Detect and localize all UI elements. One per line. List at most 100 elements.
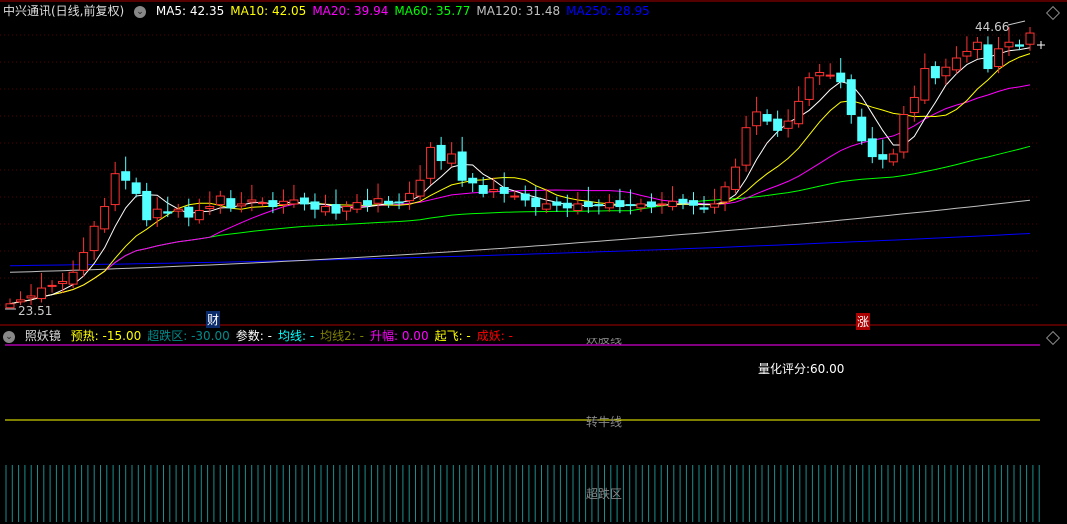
indicator-value: 均线: - — [277, 329, 315, 343]
candle — [520, 193, 530, 201]
candle — [289, 199, 299, 205]
candle — [37, 287, 47, 300]
bull-line-label: 转牛线 — [586, 415, 623, 429]
candle — [909, 96, 919, 114]
candle — [310, 201, 320, 210]
candle — [226, 198, 236, 209]
candle — [562, 202, 572, 209]
price-chart — [0, 0, 1067, 522]
candle — [205, 206, 215, 210]
candle — [499, 186, 509, 194]
candle — [173, 208, 183, 212]
candle — [152, 208, 162, 219]
ma250-line — [9, 233, 1031, 267]
candle — [436, 144, 446, 162]
candle — [194, 209, 204, 221]
candle — [121, 171, 131, 181]
candle — [583, 201, 593, 208]
candle — [16, 299, 26, 303]
candle — [142, 190, 152, 221]
oversold-label: 超跌区 — [586, 487, 623, 501]
candle — [215, 195, 225, 206]
candle — [836, 72, 846, 83]
indicator-value: 升幅: 0.00 — [370, 329, 429, 343]
candle — [710, 203, 720, 208]
candle — [604, 202, 614, 209]
indicator-value: 参数: - — [235, 329, 272, 343]
candle — [857, 116, 867, 142]
candle — [89, 225, 99, 252]
ma20-line — [9, 84, 1031, 305]
score-text: 量化评分:60.00 — [758, 362, 845, 376]
candle — [394, 201, 404, 204]
indicator-value: 均线2: - — [320, 329, 364, 343]
candle — [731, 166, 741, 190]
candle — [110, 173, 120, 206]
candle — [773, 118, 783, 131]
max-arrow-icon — [1007, 20, 1026, 26]
candle — [268, 200, 278, 208]
candle — [457, 151, 467, 181]
candle — [762, 114, 772, 122]
indicator-value: 预热: -15.00 — [70, 329, 142, 343]
candle — [247, 199, 257, 203]
candle — [1004, 41, 1014, 48]
candle — [594, 204, 604, 207]
candle — [972, 41, 982, 50]
candle — [920, 68, 930, 101]
candle — [951, 57, 961, 71]
candle — [468, 177, 478, 184]
candle — [1025, 32, 1035, 45]
candle — [804, 77, 814, 100]
candle — [983, 44, 993, 70]
indicator-title: 照妖镜 — [24, 329, 61, 343]
signal-zhang: 涨 — [856, 313, 871, 330]
candle — [573, 203, 583, 211]
candle — [541, 203, 551, 210]
candle — [426, 146, 436, 179]
candle — [478, 185, 488, 194]
candle — [131, 182, 141, 194]
ma10-line — [9, 53, 1031, 305]
candle — [352, 202, 362, 210]
candle — [625, 204, 635, 207]
indicator-value: 超跌区: -30.00 — [147, 329, 230, 343]
candle — [962, 50, 972, 57]
candle — [100, 206, 110, 230]
candle — [447, 153, 457, 164]
candle — [5, 303, 15, 309]
candle — [47, 284, 57, 287]
candle — [636, 203, 646, 209]
candle — [373, 198, 383, 204]
candle — [531, 197, 541, 208]
candle — [846, 79, 856, 116]
candle — [930, 66, 940, 79]
indicator-value: 成妖: - — [476, 329, 513, 343]
candle — [236, 203, 246, 207]
candle — [79, 252, 89, 271]
candle — [384, 200, 394, 205]
candle — [299, 197, 309, 205]
ma5-line — [9, 47, 1031, 305]
candle — [405, 192, 415, 202]
candle — [58, 280, 68, 284]
signal-cai: 财 — [206, 311, 221, 328]
candle — [1014, 44, 1024, 47]
candle — [363, 200, 373, 206]
candle — [646, 201, 656, 208]
candle — [899, 114, 909, 153]
candle — [867, 138, 877, 158]
candle — [678, 198, 688, 204]
candle — [278, 200, 288, 206]
candle — [741, 127, 751, 166]
candle — [68, 271, 78, 285]
candle — [257, 202, 267, 205]
candle — [510, 195, 520, 198]
candle — [794, 100, 804, 125]
candle — [615, 200, 625, 208]
candle — [752, 111, 762, 127]
candle — [415, 179, 425, 197]
candle — [667, 200, 677, 208]
chevron-down-icon[interactable]: ⌄ — [3, 330, 15, 343]
indicator-header: ⌄ 照妖镜 预热: -15.00 超跌区: -30.00 参数: - 均线: - 均线2… — [3, 327, 525, 345]
